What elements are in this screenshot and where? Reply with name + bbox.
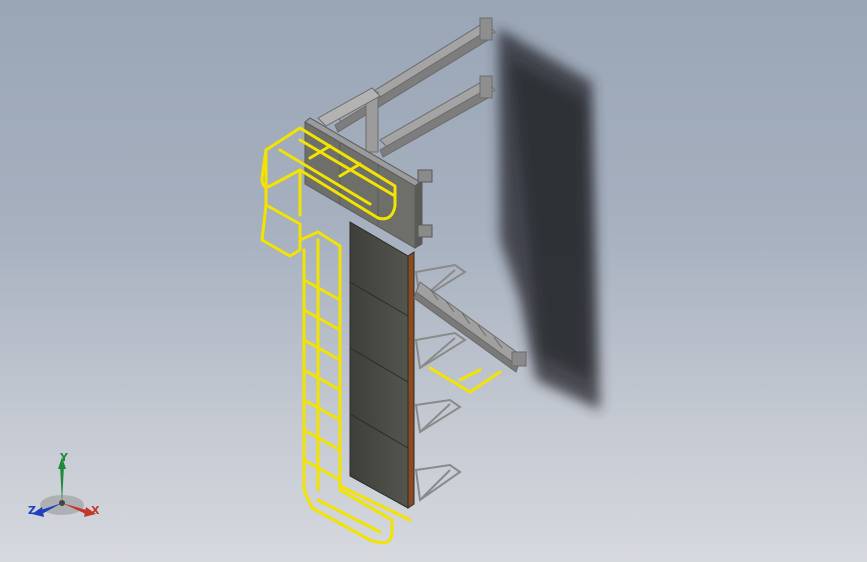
cad-viewport[interactable]: X Y Z	[0, 0, 867, 562]
z-axis-label: Z	[28, 504, 36, 517]
model-canvas[interactable]	[0, 0, 867, 562]
orientation-triad: X Y Z	[20, 445, 110, 525]
support-beams	[317, 17, 496, 158]
y-axis-label: Y	[60, 451, 68, 464]
x-axis-label: X	[91, 504, 100, 517]
tall-panel	[349, 221, 415, 509]
